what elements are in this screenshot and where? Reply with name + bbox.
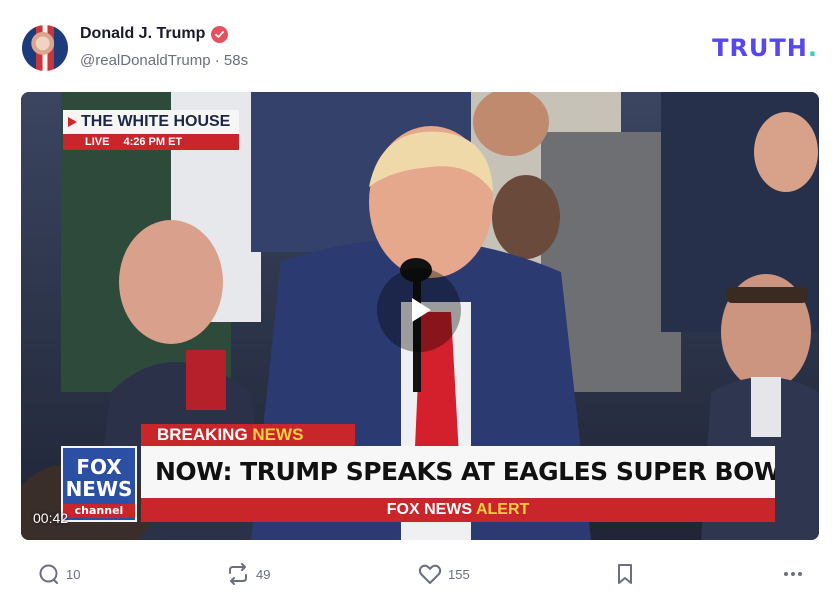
reply-button[interactable]: 10 (38, 563, 80, 585)
author-display-name[interactable]: Donald J. Trump (80, 25, 205, 43)
avatar[interactable] (22, 25, 68, 71)
video-player[interactable]: THE WHITE HOUSE LIVE 4:26 PM ET FOX NEWS… (21, 92, 819, 540)
verified-badge-icon (211, 25, 229, 43)
play-icon (412, 298, 431, 322)
chyron-triangle-icon (68, 117, 77, 127)
video-timestamp: 00:42 (33, 510, 69, 526)
news-headline: NOW: TRUMP SPEAKS AT EAGLES SUPER BOWL C… (141, 446, 775, 498)
retruth-count: 49 (256, 566, 271, 582)
bookmark-button[interactable] (616, 563, 634, 585)
meta-separator: · (214, 52, 220, 69)
heart-icon (418, 564, 442, 584)
fox-logo-line2: NEWS (65, 477, 133, 501)
author-meta: @realDonaldTrump · 58s (80, 52, 248, 69)
white-house-title-bar: THE WHITE HOUSE (63, 110, 239, 134)
fox-news-alert-bar: FOX NEWS ALERT (141, 498, 775, 522)
retruth-button[interactable]: 49 (226, 563, 270, 585)
live-bar: LIVE 4:26 PM ET (63, 134, 239, 150)
reply-icon (39, 564, 58, 584)
bookmark-icon (618, 564, 632, 584)
play-button[interactable] (377, 268, 461, 352)
more-options-button[interactable] (782, 563, 804, 585)
breaking-news-tag: BREAKING NEWS (141, 424, 355, 446)
post-header: Donald J. Trump @realDonaldTrump · 58s T… (0, 0, 840, 90)
retruth-icon (229, 563, 247, 585)
more-dots-icon (784, 572, 802, 576)
live-label: LIVE (85, 136, 110, 148)
like-button[interactable]: 155 (418, 563, 470, 585)
brand-name: TRUTH (712, 34, 808, 62)
white-house-title: THE WHITE HOUSE (81, 113, 231, 130)
breaking-word: BREAKING (157, 425, 248, 444)
post-age[interactable]: 58s (224, 52, 248, 69)
fox-logo-line3: channel (63, 504, 135, 518)
fox-lower-third: FOX NEWS channel BREAKING NEWS NOW: TRUM… (61, 424, 775, 522)
author-name-row: Donald J. Trump (80, 25, 229, 43)
fox-news-logo: FOX NEWS channel (61, 446, 137, 522)
alert-brand: FOX NEWS (386, 501, 473, 518)
post-action-bar: 10 49 155 (0, 555, 840, 595)
white-house-chyron: THE WHITE HOUSE LIVE 4:26 PM ET (63, 110, 239, 152)
fox-logo-line1: FOX (76, 455, 122, 479)
news-word: NEWS (252, 425, 304, 444)
reply-count: 10 (66, 566, 81, 582)
author-handle[interactable]: @realDonaldTrump (80, 52, 211, 69)
live-time: 4:26 PM ET (123, 136, 183, 148)
brand-dot: . (807, 34, 818, 62)
like-count: 155 (448, 566, 470, 582)
truth-logo[interactable]: TRUTH. (712, 34, 818, 62)
alert-word: ALERT (475, 501, 530, 518)
